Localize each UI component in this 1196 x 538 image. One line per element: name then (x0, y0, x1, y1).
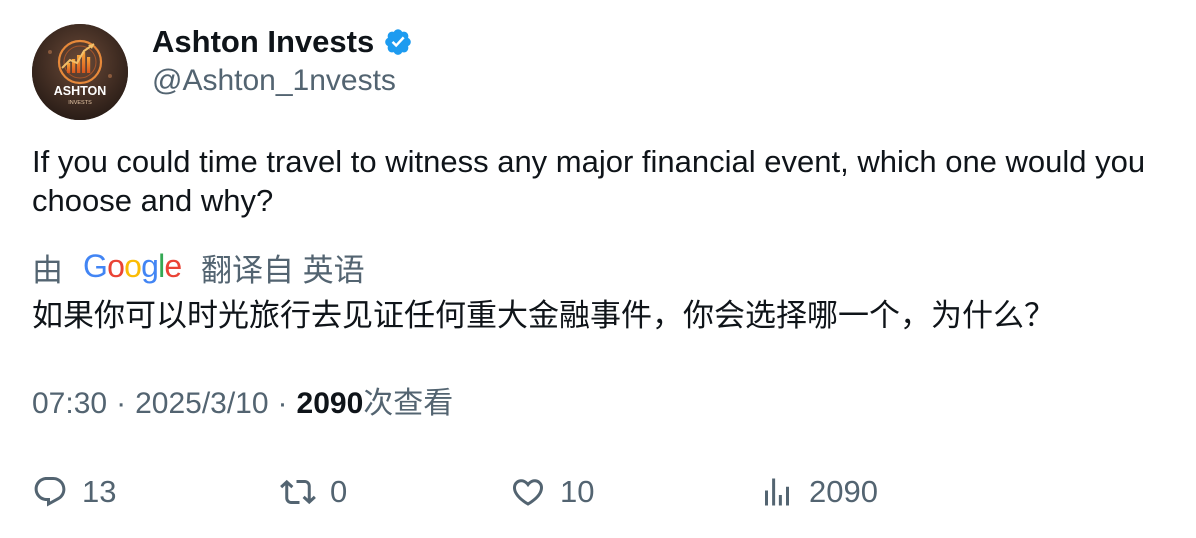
author-display-name[interactable]: Ashton Invests (152, 24, 374, 60)
meta-separator: · (277, 387, 288, 420)
views-icon (765, 478, 789, 506)
author-handle[interactable]: @Ashton_1nvests (152, 62, 396, 100)
svg-text:Google: Google (83, 250, 181, 284)
verified-badge-icon[interactable] (383, 27, 413, 57)
translation-prefix: 由 (32, 252, 63, 288)
views-action-count: 2090 (809, 474, 878, 509)
avatar-logo-image: ASHTON INVESTS (32, 24, 128, 120)
tweet-meta: 07:30 · 2025/3/10 · 2090 次查看 (32, 384, 453, 424)
tweet-text: If you could time travel to witness any … (32, 144, 1146, 218)
tweet: ASHTON INVESTS Ashton Invests @Ashton_1n… (0, 0, 1196, 538)
translated-text: 如果你可以时光旅行去见证任何重大金融事件，你会选择哪一个，为什么？ (32, 298, 1055, 333)
views-button[interactable]: 2090 (759, 470, 878, 514)
retweet-button[interactable]: 0 (280, 470, 347, 514)
reply-count: 13 (82, 474, 117, 509)
retweet-count: 0 (330, 474, 348, 509)
like-icon (512, 479, 544, 506)
meta-separator: · (116, 387, 127, 420)
translation-attribution[interactable]: 由 Google 翻译自 英语 (32, 246, 365, 288)
google-logo: Google (83, 250, 181, 284)
reply-icon (34, 477, 66, 507)
tweet-date[interactable]: 2025/3/10 (135, 384, 268, 424)
svg-text:INVESTS: INVESTS (68, 100, 92, 106)
author-name-row: Ashton Invests (152, 22, 413, 62)
action-bar: 13 0 10 2090 (0, 470, 1196, 514)
retweet-icon (280, 479, 316, 505)
reply-button[interactable]: 13 (32, 470, 116, 514)
avatar[interactable]: ASHTON INVESTS (32, 24, 128, 120)
views-count: 2090 (296, 387, 364, 420)
like-count: 10 (560, 474, 595, 509)
svg-text:ASHTON: ASHTON (54, 84, 107, 98)
tweet-time[interactable]: 07:30 (32, 384, 107, 424)
like-button[interactable]: 10 (510, 470, 594, 514)
translation-source-language: 翻译自 英语 (201, 252, 365, 288)
views-label: 次查看 (363, 387, 454, 420)
